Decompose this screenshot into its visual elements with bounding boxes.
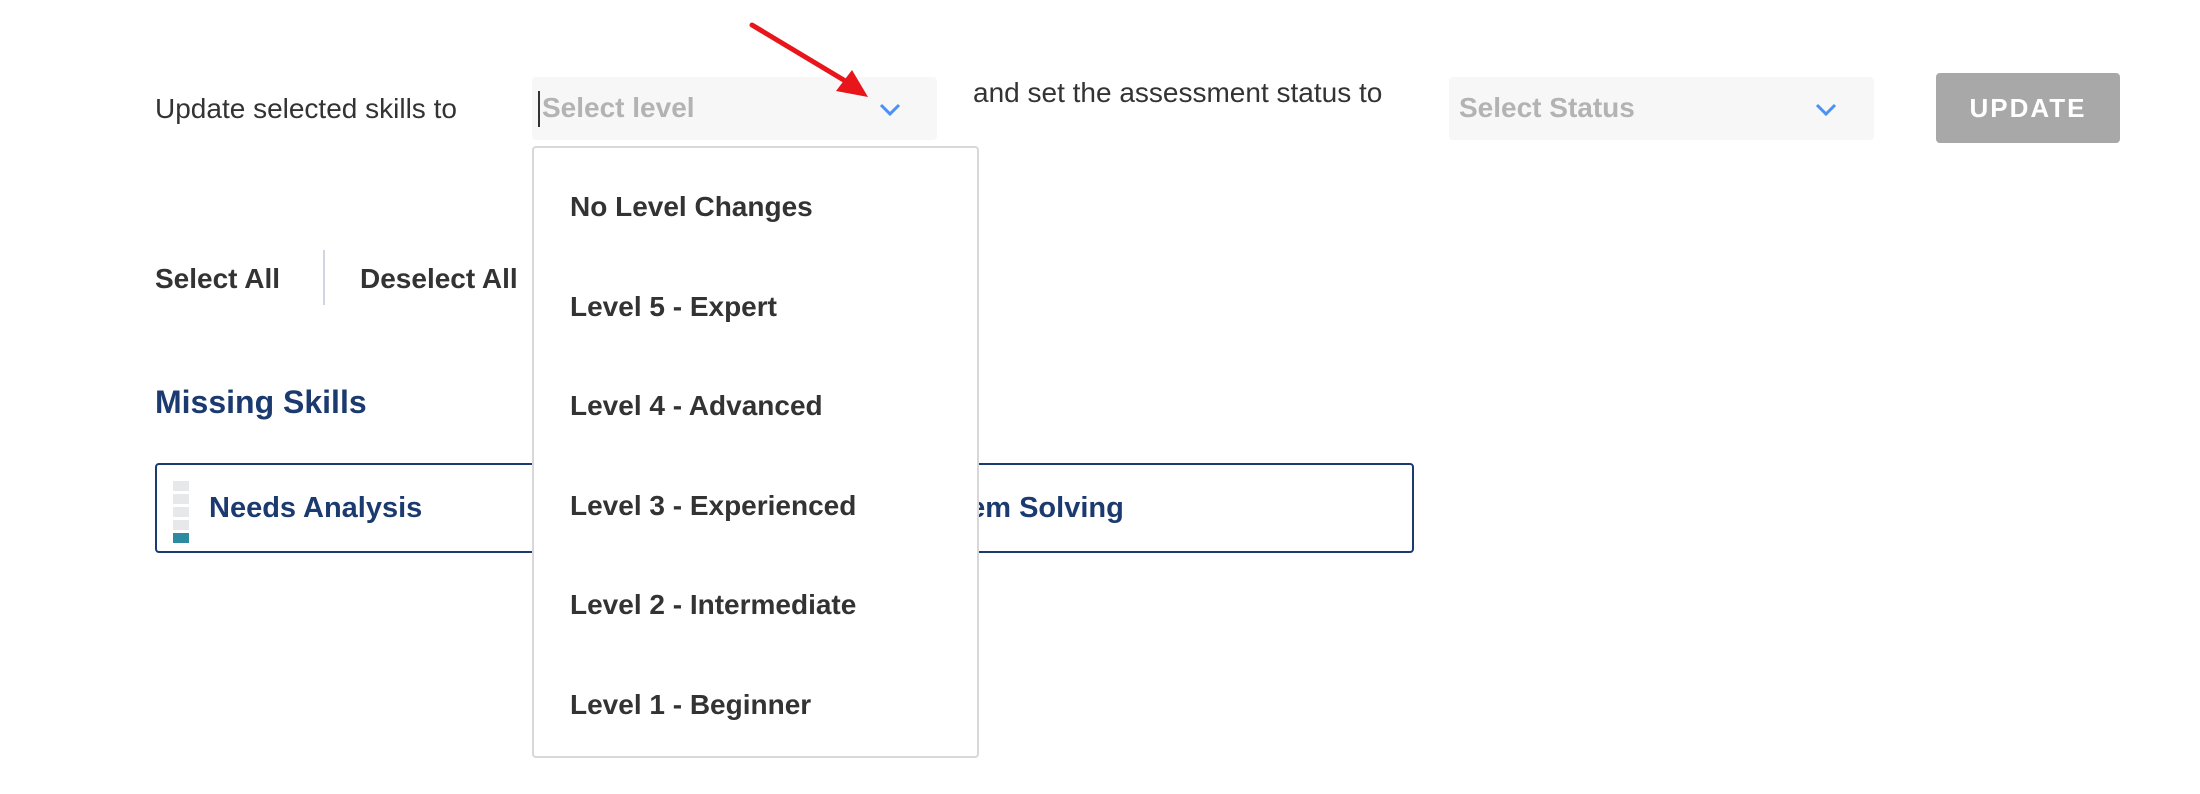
chevron-down-icon[interactable] bbox=[1814, 97, 1838, 121]
status-select[interactable]: Select Status bbox=[1449, 77, 1874, 140]
red-arrow-annotation-icon bbox=[749, 22, 868, 97]
level-select-placeholder: Select level bbox=[542, 92, 695, 123]
section-title: Missing Skills bbox=[155, 384, 367, 420]
option-no-level-changes[interactable]: No Level Changes bbox=[570, 191, 813, 223]
deselect-all-link[interactable]: Deselect All bbox=[360, 263, 518, 295]
select-all-link[interactable]: Select All bbox=[155, 263, 280, 295]
level-indicator bbox=[173, 481, 189, 546]
status-select-placeholder: Select Status bbox=[1459, 92, 1635, 123]
option-level-4[interactable]: Level 4 - Advanced bbox=[570, 390, 823, 422]
divider bbox=[323, 250, 325, 305]
text-cursor bbox=[538, 91, 540, 127]
update-button[interactable]: UPDATE bbox=[1936, 73, 2120, 143]
option-level-5[interactable]: Level 5 - Expert bbox=[570, 291, 777, 323]
skill-needs-analysis[interactable]: Needs Analysis bbox=[209, 492, 422, 525]
status-label: and set the assessment status to bbox=[973, 77, 1383, 108]
option-level-2[interactable]: Level 2 - Intermediate bbox=[570, 589, 856, 621]
option-level-1[interactable]: Level 1 - Beginner bbox=[570, 689, 811, 721]
level-dropdown-menu: No Level Changes Level 5 - Expert Level … bbox=[532, 146, 979, 758]
update-prefix-label: Update selected skills to bbox=[155, 93, 457, 124]
option-level-3[interactable]: Level 3 - Experienced bbox=[570, 490, 856, 522]
